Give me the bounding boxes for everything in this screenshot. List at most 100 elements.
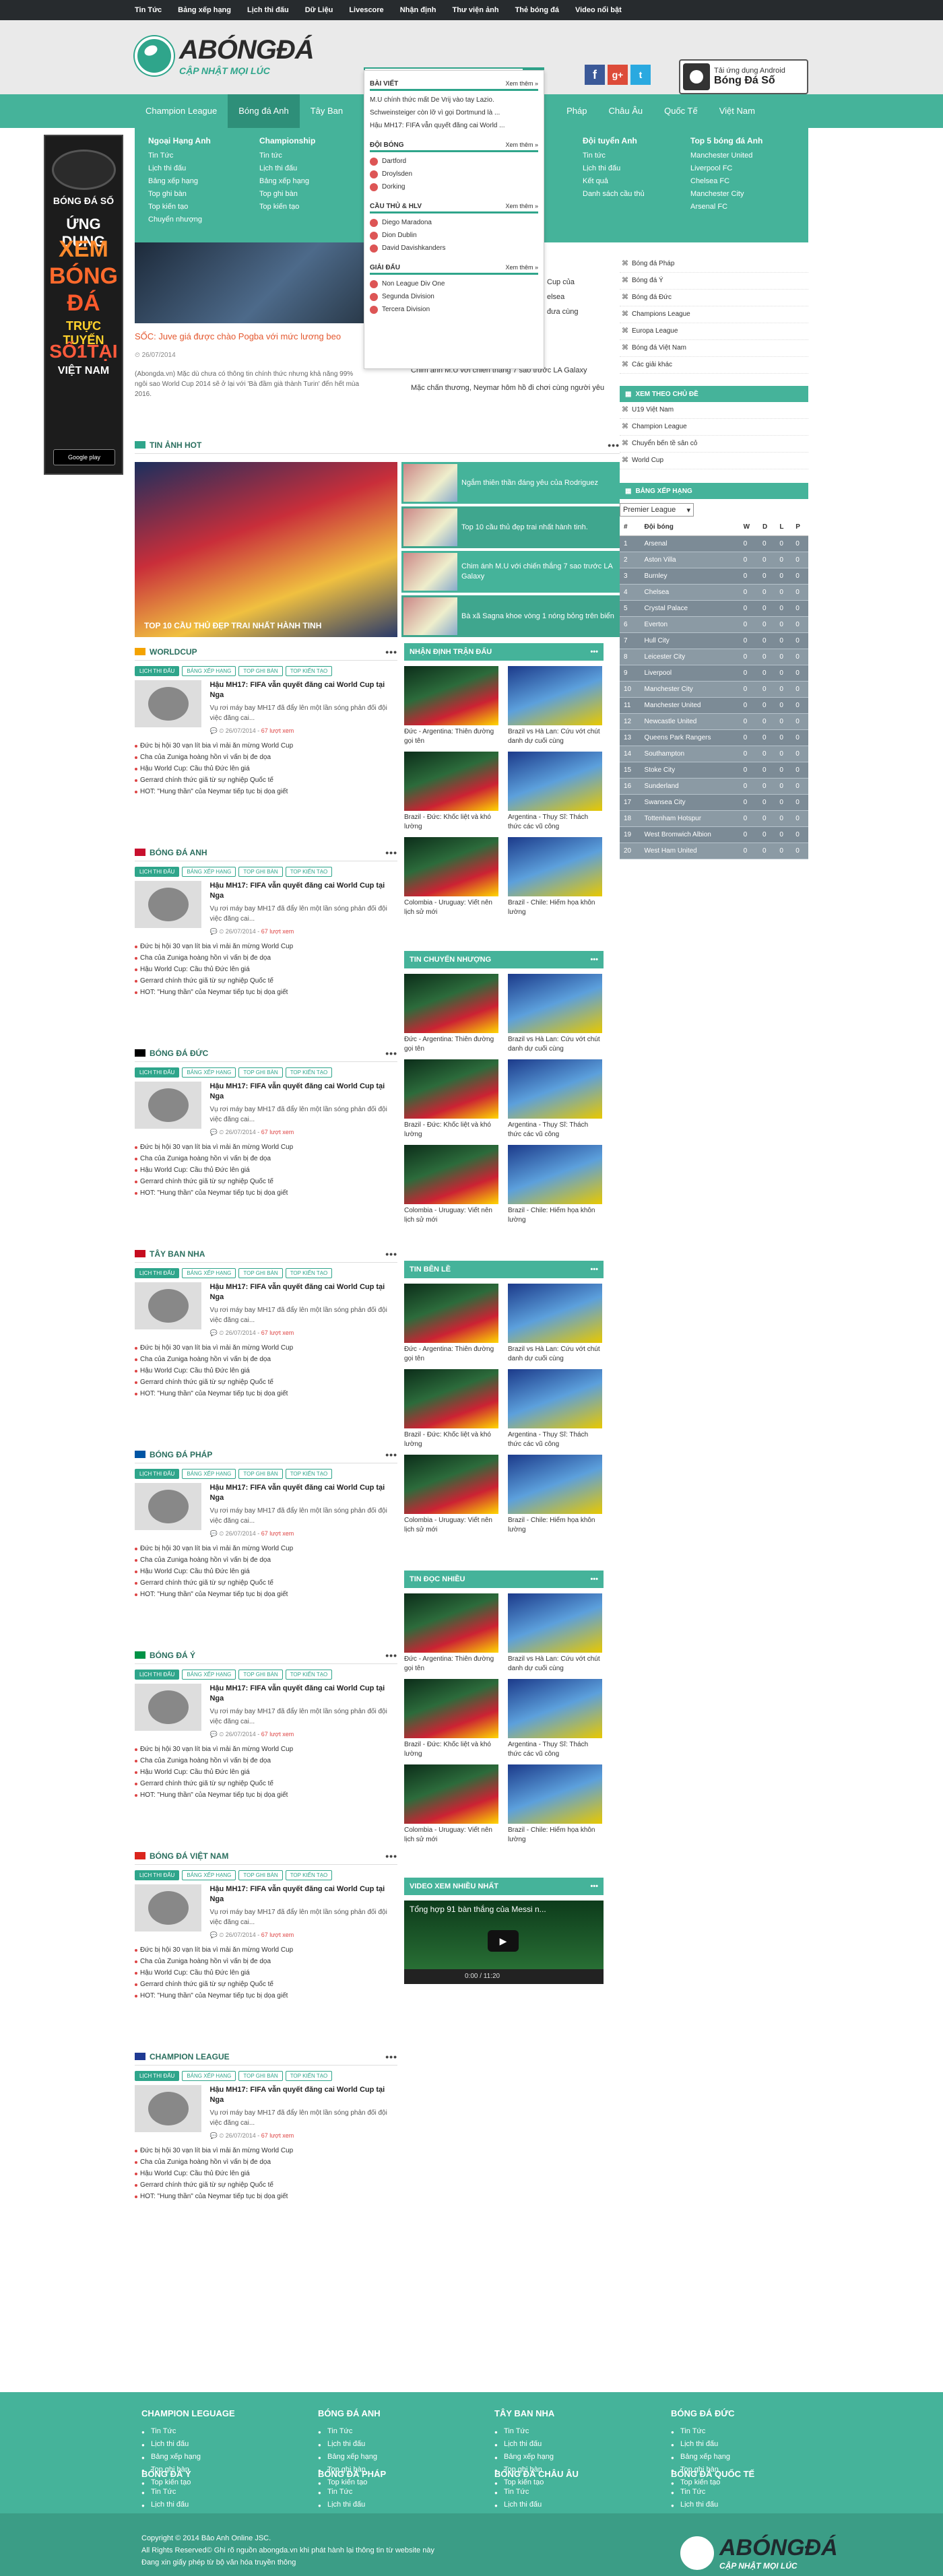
feature-thumb[interactable] <box>135 1884 202 1931</box>
news-bullet[interactable]: Cha của Zuniga hoàng hồn vì vấn bị đe dọ… <box>135 752 397 763</box>
news-bullet[interactable]: Đức bị hội 30 vạn lít bia vì mải ăn mừng… <box>135 1744 397 1755</box>
mega-link[interactable]: Bảng xếp hạng <box>259 175 315 188</box>
news-link[interactable]: Mặc chấn thương, Neymar hôm hồ đi chơi c… <box>404 381 606 395</box>
topic-link[interactable]: Chuyển bến tề sân cỏ <box>620 436 808 453</box>
block-tab[interactable]: BẢNG XẾP HẠNG <box>182 1870 236 1880</box>
more-icon[interactable]: ••• <box>590 956 598 964</box>
feature-thumb[interactable] <box>135 1684 202 1731</box>
facebook-icon[interactable]: f <box>585 65 605 85</box>
news-bullet[interactable]: Đức bị hội 30 vạn lít bia vì mải ăn mừng… <box>135 1342 397 1354</box>
block-tab[interactable]: TOP KIẾN TẠO <box>285 666 333 676</box>
footer-column-title[interactable]: CHAMPION LEGUAGE <box>141 2408 235 2418</box>
feature-thumb[interactable] <box>135 1483 202 1530</box>
feature-thumb[interactable] <box>135 2085 202 2132</box>
mega-link[interactable]: Kết quả <box>583 175 645 188</box>
feature-title[interactable]: Hậu MH17: FIFA vẫn quyết đăng cai World … <box>209 1684 397 1704</box>
mega-link[interactable]: Top kiến tạo <box>148 201 211 213</box>
league-link[interactable]: Bóng đá Pháp <box>620 256 808 273</box>
dropdown-item[interactable]: Dartford <box>370 155 538 168</box>
footer-link[interactable]: Bảng xếp hạng <box>141 2451 235 2464</box>
more-icon[interactable]: ••• <box>385 1449 397 1460</box>
match-card[interactable]: Brazil - Đức: Khốc liệt và khó lường <box>404 752 498 832</box>
match-card[interactable]: Brazil - Chile: Hiếm họa khôn lường <box>508 1455 602 1535</box>
news-bullet[interactable]: Cha của Zuniga hoàng hồn vì vấn bị đe dọ… <box>135 1755 397 1766</box>
news-bullet[interactable]: Cha của Zuniga hoàng hồn vì vấn bị đe dọ… <box>135 1153 397 1164</box>
news-bullet[interactable]: HOT: "Hung thần" của Neymar tiếp tục bị … <box>135 1990 397 2002</box>
news-bullet[interactable]: Đức bị hội 30 vạn lít bia vì mải ăn mừng… <box>135 740 397 752</box>
table-row[interactable]: 12 Newcastle United 0 0 0 0 <box>620 713 808 730</box>
match-card[interactable]: Brazil - Đức: Khốc liệt và khó lường <box>404 1679 498 1759</box>
league-link[interactable]: Bóng đá Việt Nam <box>620 340 808 357</box>
footer-column-title[interactable]: TÂY BAN NHA <box>494 2408 554 2418</box>
footer-link[interactable]: Tin Tức <box>318 2486 386 2499</box>
footer-column-title[interactable]: BÓNG ĐÁ ANH <box>318 2408 381 2418</box>
block-tab[interactable]: TOP KIẾN TẠO <box>285 2071 333 2081</box>
hot-main-image[interactable]: TOP 10 CẦU THỦ ĐẸP TRAI NHẤT HÀNH TINH <box>135 462 397 637</box>
news-bullet[interactable]: Gerrard chính thức giã từ sự nghiệp Quốc… <box>135 975 397 987</box>
block-tab[interactable]: TOP GHI BÀN <box>238 1670 283 1680</box>
league-link[interactable]: Bóng đá Đức <box>620 290 808 306</box>
more-icon[interactable]: ••• <box>385 1650 397 1661</box>
table-row[interactable]: 6 Everton 0 0 0 0 <box>620 616 808 633</box>
block-tab[interactable]: TOP GHI BÀN <box>238 1469 283 1479</box>
news-bullet[interactable]: Gerrard chính thức giã từ sự nghiệp Quốc… <box>135 1176 397 1187</box>
news-bullet[interactable]: HOT: "Hung thần" của Neymar tiếp tục bị … <box>135 786 397 797</box>
dropdown-item[interactable]: Diego Maradona <box>370 216 538 229</box>
footer-column-title[interactable]: BÓNG ĐÁ PHÁP <box>318 2469 386 2479</box>
feature-thumb[interactable] <box>135 881 202 928</box>
block-tab[interactable]: LỊCH THI ĐẤU <box>135 1268 180 1278</box>
news-bullet[interactable]: Đức bị hội 30 vạn lít bia vì mải ăn mừng… <box>135 1944 397 1956</box>
mega-link[interactable]: Arsenal FC <box>690 201 762 213</box>
table-row[interactable]: 9 Liverpool 0 0 0 0 <box>620 665 808 682</box>
block-tab[interactable]: TOP GHI BÀN <box>238 666 283 676</box>
footer-link[interactable]: Lịch thi đấu <box>141 2499 201 2512</box>
footer-logo[interactable]: ABÓNGĐÁ CẬP NHẬT MỌI LÚC <box>680 2535 838 2571</box>
mega-link[interactable]: Tin tức <box>259 150 315 162</box>
footer-link[interactable]: Bảng xếp hạng <box>318 2451 381 2464</box>
table-row[interactable]: 11 Manchester United 0 0 0 0 <box>620 697 808 714</box>
match-card[interactable]: Đức - Argentina: Thiên đường gọi tên <box>404 1593 498 1674</box>
hot-side-item[interactable]: Bà xã Sagna khoe vòng 1 nóng bỏng trên b… <box>401 595 620 637</box>
match-card[interactable]: Brazil vs Hà Lan: Cứu vớt chút danh dự c… <box>508 666 602 746</box>
table-row[interactable]: 10 Manchester City 0 0 0 0 <box>620 681 808 698</box>
nav-item[interactable]: Việt Nam <box>709 94 766 128</box>
footer-link[interactable]: Tin Tức <box>141 2425 235 2439</box>
match-card[interactable]: Argentina - Thụy Sĩ: Thách thức các vũ c… <box>508 752 602 832</box>
league-link[interactable]: Champions League <box>620 306 808 323</box>
table-row[interactable]: 8 Leicester City 0 0 0 0 <box>620 649 808 665</box>
topbar-link[interactable]: Tin Tức <box>135 6 162 14</box>
news-bullet[interactable]: Hậu World Cup: Cầu thủ Đức lên giá <box>135 1365 397 1377</box>
table-row[interactable]: 18 Tottenham Hotspur 0 0 0 0 <box>620 810 808 827</box>
nav-item[interactable]: Champion League <box>135 94 228 128</box>
mega-link[interactable]: Danh sách cầu thủ <box>583 188 645 201</box>
table-row[interactable]: 14 Southampton 0 0 0 0 <box>620 746 808 762</box>
google-plus-icon[interactable]: g+ <box>608 65 628 85</box>
nav-item[interactable]: Bóng đá Anh <box>228 94 300 128</box>
block-tab[interactable]: BẢNG XẾP HẠNG <box>182 666 236 676</box>
footer-link[interactable]: Lịch thi đấu <box>318 2438 381 2451</box>
match-card[interactable]: Colombia - Uruguay: Viết nên lịch sử mới <box>404 1764 498 1845</box>
footer-link[interactable]: Bảng xếp hạng <box>494 2451 554 2464</box>
league-link[interactable]: Bóng đá Ý <box>620 273 808 290</box>
nav-item[interactable]: Tây Ban <box>300 94 354 128</box>
left-ad-banner[interactable]: BÓNG ĐÁ SỐ ỨNG DỤNG XEM BÓNG ĐÁ TRỰC TUY… <box>44 135 123 475</box>
match-card[interactable]: Brazil vs Hà Lan: Cứu vớt chút danh dự c… <box>508 1284 602 1364</box>
table-row[interactable]: 5 Crystal Palace 0 0 0 0 <box>620 600 808 617</box>
topbar-link[interactable]: Livescore <box>349 6 383 14</box>
table-row[interactable]: 16 Sunderland 0 0 0 0 <box>620 778 808 795</box>
news-bullet[interactable]: Đức bị hội 30 vạn lít bia vì mải ăn mừng… <box>135 1142 397 1153</box>
topbar-link[interactable]: Thư viện ảnh <box>452 6 498 14</box>
block-tab[interactable]: TOP GHI BÀN <box>238 1268 283 1278</box>
play-icon[interactable]: ▶ <box>488 1930 519 1952</box>
news-bullet[interactable]: HOT: "Hung thần" của Neymar tiếp tục bị … <box>135 1789 397 1801</box>
more-icon[interactable]: ••• <box>590 1265 598 1274</box>
hot-side-item[interactable]: Top 10 cầu thủ đẹp trai nhất hành tinh. <box>401 506 620 548</box>
block-tab[interactable]: LỊCH THI ĐẤU <box>135 1870 180 1880</box>
news-bullet[interactable]: Đức bị hội 30 vạn lít bia vì mải ăn mừng… <box>135 2145 397 2156</box>
google-play-badge[interactable]: Google play <box>53 449 115 465</box>
nav-item[interactable]: Châu Âu <box>598 94 654 128</box>
news-fragment[interactable]: Cup của <box>547 275 620 290</box>
mega-link[interactable]: Chelsea FC <box>690 175 762 188</box>
league-link[interactable]: Các giải khác <box>620 357 808 374</box>
news-bullet[interactable]: Gerrard chính thức giã từ sự nghiệp Quốc… <box>135 1778 397 1789</box>
